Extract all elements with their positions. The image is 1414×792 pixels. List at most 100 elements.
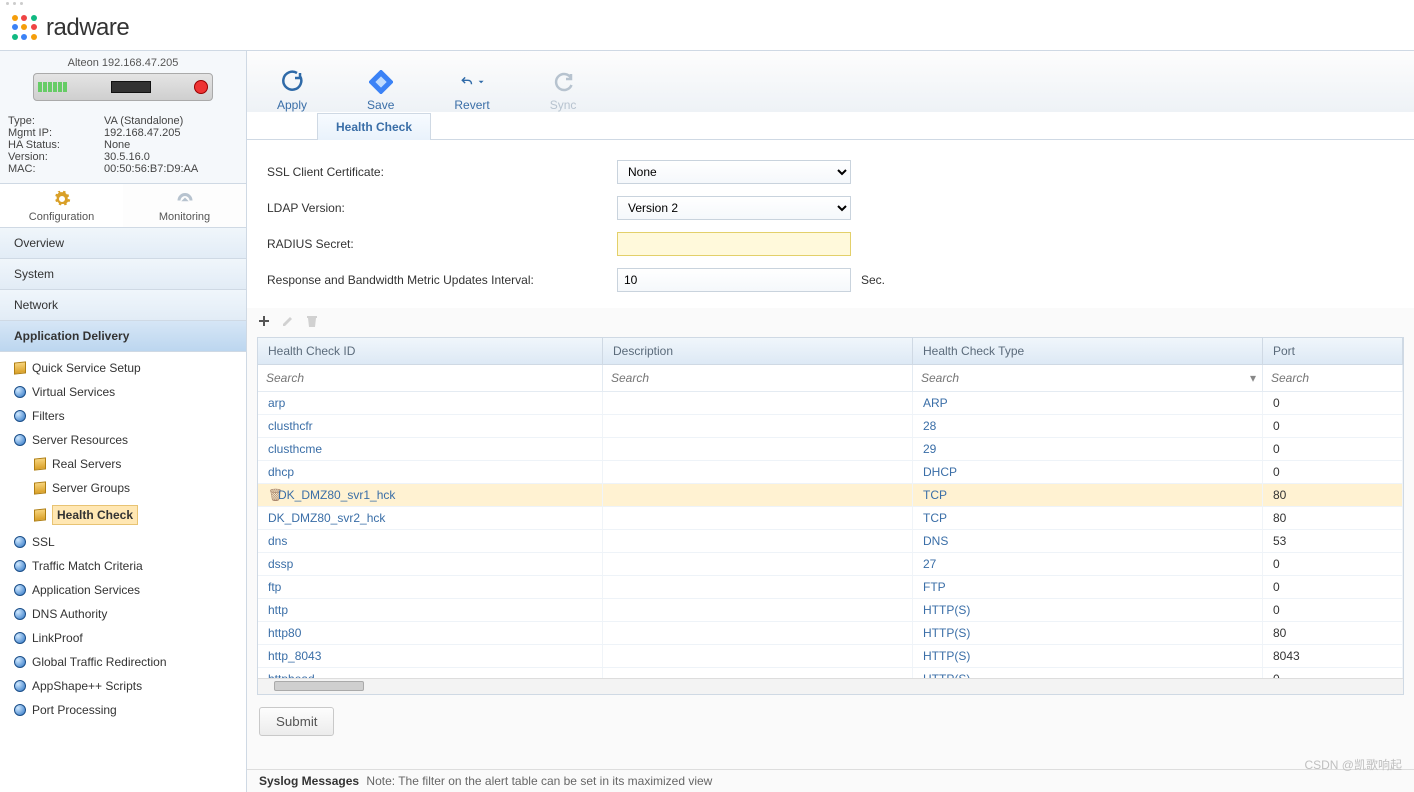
globe-icon (14, 536, 26, 548)
table-row[interactable]: dhcpDHCP0 (258, 461, 1403, 484)
ldap-version-label: LDAP Version: (267, 201, 617, 215)
nav-overview[interactable]: Overview (0, 228, 246, 259)
globe-icon (14, 680, 26, 692)
table-row[interactable]: http_8043HTTP(S)8043 (258, 645, 1403, 668)
cube-icon (34, 481, 46, 494)
tree-item-global-traffic-redirection[interactable]: Global Traffic Redirection (0, 650, 246, 674)
table-row[interactable]: httpHTTP(S)0 (258, 599, 1403, 622)
revert-icon (460, 70, 484, 94)
tree-item-dns-authority[interactable]: DNS Authority (0, 602, 246, 626)
col-header-id[interactable]: Health Check ID (258, 338, 603, 365)
nav-application-delivery[interactable]: Application Delivery (0, 321, 246, 352)
ssl-cert-select[interactable]: None (617, 160, 851, 184)
tree-item-server-groups[interactable]: Server Groups (0, 476, 246, 500)
radware-logo-icon (12, 15, 38, 41)
table-row[interactable]: ftpFTP0 (258, 576, 1403, 599)
watermark: CSDN @凯歌响起 (1304, 756, 1402, 773)
globe-icon (14, 584, 26, 596)
globe-icon (14, 704, 26, 716)
chevron-down-icon[interactable]: ▾ (1250, 371, 1256, 385)
filter-id-input[interactable] (264, 368, 596, 388)
device-image (33, 73, 213, 101)
ssl-cert-label: SSL Client Certificate: (267, 165, 617, 179)
chevron-down-icon[interactable] (478, 77, 484, 87)
save-button[interactable]: Save (367, 61, 394, 112)
globe-icon (14, 656, 26, 668)
filter-port-input[interactable] (1269, 368, 1396, 388)
filter-type-input[interactable] (919, 368, 1250, 388)
toolbar: Apply Save Revert Sync (247, 51, 1414, 113)
ldap-version-select[interactable]: Version 2 (617, 196, 851, 220)
device-title: Alteon 192.168.47.205 (4, 57, 242, 69)
tree-item-server-resources[interactable]: Server Resources (0, 428, 246, 452)
table-row[interactable]: dnsDNS53 (258, 530, 1403, 553)
tree-item-health-check[interactable]: Health Check (0, 500, 246, 530)
table-row[interactable]: 🗑DK_DMZ80_svr1_hckTCP80 (258, 484, 1403, 507)
apply-icon (280, 70, 304, 94)
tree-item-port-processing[interactable]: Port Processing (0, 698, 246, 722)
tree-item-appshape-scripts[interactable]: AppShape++ Scripts (0, 674, 246, 698)
nav-system[interactable]: System (0, 259, 246, 290)
nav-tree: Quick Service SetupVirtual ServicesFilte… (0, 352, 246, 792)
sync-icon (551, 70, 575, 94)
radius-secret-label: RADIUS Secret: (267, 237, 617, 251)
globe-icon (14, 434, 26, 446)
cube-icon (34, 457, 46, 470)
add-button[interactable] (257, 314, 271, 331)
page-tab-health-check[interactable]: Health Check (317, 113, 431, 140)
device-info: Type:VA (Standalone) Mgmt IP:192.168.47.… (0, 111, 246, 183)
horizontal-scrollbar[interactable] (258, 678, 1403, 694)
table-row[interactable]: clusthcme290 (258, 438, 1403, 461)
tree-item-real-servers[interactable]: Real Servers (0, 452, 246, 476)
globe-icon (14, 560, 26, 572)
tree-item-traffic-match-criteria[interactable]: Traffic Match Criteria (0, 554, 246, 578)
health-check-grid: Health Check ID Description Health Check… (257, 337, 1404, 695)
tree-item-quick-service-setup[interactable]: Quick Service Setup (0, 356, 246, 380)
tree-item-linkproof[interactable]: LinkProof (0, 626, 246, 650)
interval-label: Response and Bandwidth Metric Updates In… (267, 273, 617, 287)
filter-desc-input[interactable] (609, 368, 906, 388)
trash-icon (305, 314, 319, 328)
radius-secret-input[interactable] (617, 232, 851, 256)
brand-name: radware (46, 14, 129, 42)
interval-input[interactable] (617, 268, 851, 292)
tree-item-filters[interactable]: Filters (0, 404, 246, 428)
tab-monitoring[interactable]: Monitoring (123, 184, 246, 227)
gauge-icon (176, 190, 194, 208)
delete-button[interactable] (305, 314, 319, 331)
tree-item-application-services[interactable]: Application Services (0, 578, 246, 602)
app-header: radware (0, 6, 1414, 51)
col-header-type[interactable]: Health Check Type (913, 338, 1263, 365)
table-row[interactable]: arpARP0 (258, 392, 1403, 415)
sidebar: Alteon 192.168.47.205 Type:VA (Standalon… (0, 51, 247, 792)
tree-item-virtual-services[interactable]: Virtual Services (0, 380, 246, 404)
apply-button[interactable]: Apply (277, 61, 307, 112)
form-area: SSL Client Certificate: None LDAP Versio… (247, 140, 1414, 308)
cube-icon (14, 361, 26, 374)
table-row[interactable]: httpheadHTTP(S)0 (258, 668, 1403, 678)
table-row[interactable]: DK_DMZ80_svr2_hckTCP80 (258, 507, 1403, 530)
nav-network[interactable]: Network (0, 290, 246, 321)
plus-icon (257, 314, 271, 328)
cube-icon (34, 508, 46, 521)
interval-suffix: Sec. (861, 273, 885, 287)
edit-button[interactable] (281, 314, 295, 331)
globe-icon (14, 632, 26, 644)
globe-icon (14, 386, 26, 398)
col-header-desc[interactable]: Description (603, 338, 913, 365)
tab-configuration[interactable]: Configuration (0, 184, 123, 227)
gear-icon (53, 190, 71, 208)
tree-item-ssl[interactable]: SSL (0, 530, 246, 554)
table-row[interactable]: clusthcfr280 (258, 415, 1403, 438)
col-header-port[interactable]: Port (1263, 338, 1403, 365)
sync-button[interactable]: Sync (550, 61, 577, 112)
delete-mark-icon: 🗑 (268, 488, 278, 502)
submit-button[interactable]: Submit (259, 707, 334, 736)
table-row[interactable]: dssp270 (258, 553, 1403, 576)
globe-icon (14, 410, 26, 422)
revert-button[interactable]: Revert (454, 61, 489, 112)
pencil-icon (281, 314, 295, 328)
save-icon (369, 70, 393, 94)
globe-icon (14, 608, 26, 620)
table-row[interactable]: http80HTTP(S)80 (258, 622, 1403, 645)
